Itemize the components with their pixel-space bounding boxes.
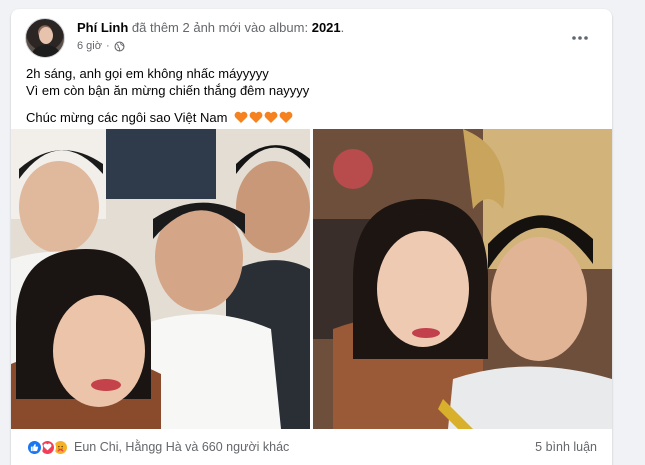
more-options-button[interactable] — [566, 24, 594, 52]
post-action-text: đã thêm 2 ảnh mới vào album: — [131, 20, 309, 35]
author-avatar[interactable] — [25, 18, 65, 58]
photo-group-selfie[interactable] — [11, 129, 310, 429]
avatar-body — [32, 45, 60, 57]
orange-heart-icon — [249, 111, 263, 123]
album-link[interactable]: 2021 — [312, 20, 341, 35]
post-timestamp[interactable]: 6 giờ — [77, 40, 102, 52]
orange-heart-icon — [264, 111, 278, 123]
orange-hearts — [234, 111, 293, 124]
post-text-line-2: Vì em còn bận ăn mừng chiến thắng đêm na… — [26, 83, 310, 98]
post-meta: 6 giờ · — [77, 40, 125, 52]
photo-grid — [11, 129, 612, 429]
meta-dot: · — [105, 40, 110, 52]
orange-heart-icon — [279, 111, 293, 123]
reaction-names[interactable]: Eun Chi, Hằngg Hà và 660 người khác — [74, 440, 289, 454]
title-period: . — [340, 20, 345, 35]
photo-couple-selfie-art — [313, 129, 612, 429]
post-header: Phí Linh đã thêm 2 ảnh mới vào album: 20… — [25, 18, 602, 58]
post-congrats-line: Chúc mừng các ngôi sao Việt Nam — [26, 109, 309, 126]
post-card: Phí Linh đã thêm 2 ảnh mới vào album: 20… — [11, 9, 612, 465]
photo-group-selfie-art — [11, 129, 310, 429]
post-text-spacer — [26, 99, 309, 109]
post-footer: Eun Chi, Hằngg Hà và 660 người khác 5 bì… — [11, 429, 612, 465]
post-congrats-text: Chúc mừng các ngôi sao Việt Nam — [26, 110, 228, 125]
photo-couple-selfie[interactable] — [313, 129, 612, 429]
avatar-face — [39, 27, 53, 44]
post-title-line: Phí Linh đã thêm 2 ảnh mới vào album: 20… — [77, 20, 344, 35]
more-options-icon — [572, 36, 588, 40]
post-message: 2h sáng, anh gọi em không nhấc máyyyyy V… — [26, 65, 309, 126]
like-icon — [26, 438, 43, 456]
globe-icon[interactable] — [114, 40, 125, 52]
comment-count[interactable]: 5 bình luận — [535, 440, 597, 454]
reaction-icons[interactable] — [26, 438, 69, 456]
orange-heart-icon — [234, 111, 248, 123]
author-name[interactable]: Phí Linh — [77, 20, 128, 35]
post-text-line-1: 2h sáng, anh gọi em không nhấc máyyyyy — [26, 66, 269, 81]
